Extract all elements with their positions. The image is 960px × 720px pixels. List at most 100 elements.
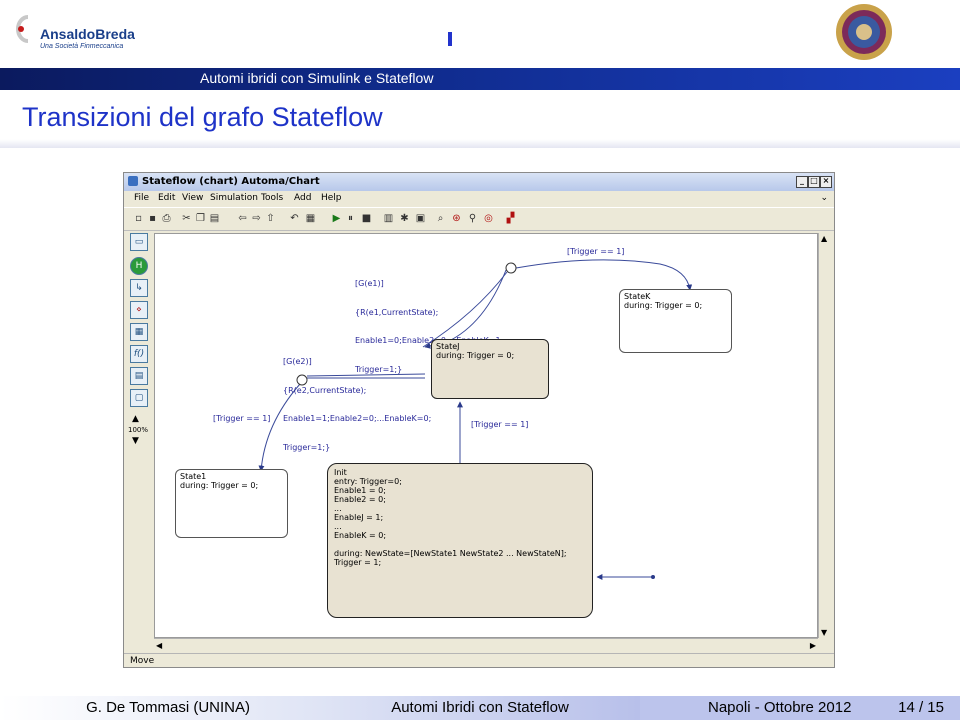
truth-table-icon[interactable]: ▦ [130,323,148,341]
maximize-button[interactable]: □ [808,176,820,188]
default-transition-icon[interactable]: ↳ [130,279,148,297]
state-init-line: ... [334,504,342,513]
label-trigger-top[interactable]: [Trigger == 1] [567,247,624,257]
stop-icon[interactable]: ■ [360,212,373,225]
state-tool-icon[interactable]: ▭ [130,233,148,251]
build-icon[interactable]: ▥ [382,212,395,225]
seal-icon [836,4,892,60]
zoom-out-icon[interactable]: ▼ [132,436,139,446]
object-palette: ▭ H ↳ ⋄ ▦ f() ▤ ▢ ▲ 100% ▼ [128,233,152,453]
state-state1-body: during: Trigger = 0; [180,481,259,490]
vertical-scrollbar[interactable]: ▲ ▼ [818,233,833,638]
label-line: [G(e1)] [355,279,384,288]
header-bar [0,68,960,90]
label-line: Enable1=1;Enable2=0;...EnableK=0; [283,414,432,423]
menu-edit[interactable]: Edit [158,193,175,203]
stateflow-window: Stateflow (chart) Automa/Chart _ □ × Fil… [123,172,835,668]
menu-tools[interactable]: Tools [261,193,283,203]
logo-tagline: Una Società Finmeccanica [40,43,124,50]
undo-icon[interactable]: ↶ [288,212,301,225]
horizontal-scrollbar[interactable]: ◀ ▶ [154,638,818,653]
menu-help[interactable]: Help [321,193,342,203]
scroll-up-icon[interactable]: ▲ [821,234,827,243]
chart-canvas[interactable]: [G(e1)] {R(e1,CurrentState); Enable1=0;E… [154,233,818,638]
back-icon[interactable]: ⇦ [236,212,249,225]
history-junction-icon[interactable]: H [130,257,148,275]
ansaldobreda-logo [8,14,32,44]
zoom-in-icon[interactable]: ▲ [132,414,139,424]
state-init-line: EnableK = 0; [334,531,387,540]
scroll-down-icon[interactable]: ▼ [821,628,827,637]
menu-bar: File Edit View Simulation Tools Add Help… [124,191,834,207]
state-init-name: Init [334,468,347,477]
state-init-line: entry: Trigger=0; [334,477,402,486]
state-state1[interactable]: State1 during: Trigger = 0; [175,469,288,538]
menu-file[interactable]: File [134,193,149,203]
save-icon[interactable]: ▪ [146,212,159,225]
state-statej-name: StateJ [436,342,460,351]
menu-view[interactable]: View [182,193,203,203]
status-text: Move [130,656,155,666]
cut-icon[interactable]: ✂ [180,212,193,225]
footer-bar: G. De Tommasi (UNINA) Automi Ibridi con … [0,696,960,720]
state-statek[interactable]: StateK during: Trigger = 0; [619,289,732,353]
copy-icon[interactable]: ❐ [194,212,207,225]
function-icon[interactable]: f() [130,345,148,363]
footer-author-box: G. De Tommasi (UNINA) [0,696,320,720]
up-icon[interactable]: ⇧ [264,212,277,225]
find-icon[interactable]: ⚲ [466,212,479,225]
footer-talk: Automi Ibridi con Stateflow [391,699,569,716]
app-icon [128,176,138,186]
transition-to-statek[interactable] [515,259,693,291]
footer-venue: Napoli - Ottobre 2012 [708,699,852,716]
junction-top[interactable] [505,262,517,274]
paste-icon[interactable]: ▤ [208,212,221,225]
search-icon[interactable]: ⌕ [434,212,447,225]
menu-add[interactable]: Add [294,193,311,203]
state-init[interactable]: Init entry: Trigger=0; Enable1 = 0; Enab… [327,463,593,618]
window-title: Stateflow (chart) Automa/Chart [142,176,320,187]
scroll-right-icon[interactable]: ▶ [810,641,816,650]
redo-icon[interactable]: ▦ [304,212,317,225]
accent-marker [448,32,452,46]
window-titlebar[interactable]: Stateflow (chart) Automa/Chart _ □ × [124,173,834,191]
university-seal [834,2,894,62]
close-button[interactable]: × [820,176,832,188]
debugger-icon[interactable]: ⊛ [450,212,463,225]
label-trigger-left[interactable]: [Trigger == 1] [213,414,270,424]
target-icon[interactable]: ◎ [482,212,495,225]
logo-mark-icon [16,15,29,43]
footer-venue-box: Napoli - Ottobre 2012 14 / 15 [640,696,960,720]
box-icon[interactable]: ▤ [130,367,148,385]
pause-icon[interactable]: ⏸ [344,212,357,225]
toolbar: ▫ ▪ ⎙ ✂ ❐ ▤ ⇦ ⇨ ⇧ ↶ ▦ ▶ ⏸ ■ ▥ ✱ ▣ ⌕ ⊛ ⚲ … [124,207,834,231]
presentation-subtitle: Automi ibridi con Simulink e Stateflow [200,70,434,86]
scroll-left-icon[interactable]: ◀ [156,641,162,650]
label-trans-j[interactable]: [G(e2)] {R(e2,CurrentState); Enable1=1;E… [283,338,431,471]
menu-simulation[interactable]: Simulation [210,193,258,203]
new-icon[interactable]: ▫ [132,212,145,225]
model-explorer-icon[interactable]: ▣ [414,212,427,225]
state-init-line: Trigger = 1; [334,558,382,567]
footer-page: 14 / 15 [898,699,944,716]
minimize-button[interactable]: _ [796,176,808,188]
state-init-line [334,540,586,549]
state-init-line: Enable1 = 0; [334,486,386,495]
label-trigger-mid[interactable]: [Trigger == 1] [471,420,528,430]
menu-overflow-icon[interactable]: ⌄ [820,193,828,203]
zoom-level[interactable]: 100% [128,426,148,434]
slide-title: Transizioni del grafo Stateflow [22,102,383,132]
connective-junction-icon[interactable]: ⋄ [130,301,148,319]
forward-icon[interactable]: ⇨ [250,212,263,225]
simulink-icon[interactable]: ▞ [504,212,517,225]
footer-talk-box: Automi Ibridi con Stateflow [320,696,640,720]
state-state1-name: State1 [180,472,207,481]
state-init-line: ... [334,522,342,531]
debug-icon[interactable]: ✱ [398,212,411,225]
state-statej[interactable]: StateJ during: Trigger = 0; [431,339,549,399]
embedded-function-icon[interactable]: ▢ [130,389,148,407]
state-statek-name: StateK [624,292,651,301]
status-bar: Move [124,653,834,668]
play-icon[interactable]: ▶ [330,212,343,225]
print-icon[interactable]: ⎙ [160,212,173,225]
